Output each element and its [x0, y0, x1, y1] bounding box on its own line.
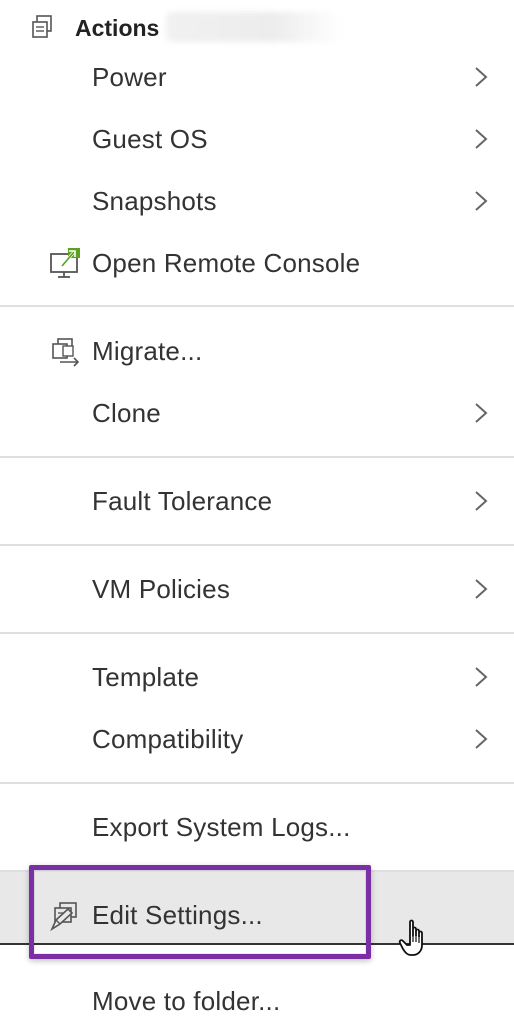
menu-item-label: Guest OS — [92, 124, 208, 154]
menu-item-template[interactable]: Template — [0, 646, 514, 708]
menu-item-export-system-logs[interactable]: Export System Logs... — [0, 796, 514, 858]
menu-divider — [0, 544, 514, 546]
menu-item-label: Snapshots — [92, 186, 217, 216]
menu-item-label: VM Policies — [92, 574, 231, 604]
chevron-right-icon — [475, 403, 488, 423]
menu-item-migrate[interactable]: Migrate... — [0, 320, 514, 382]
chevron-right-icon — [475, 667, 488, 687]
menu-item-power[interactable]: Power — [0, 46, 514, 108]
menu-item-snapshots[interactable]: Snapshots — [0, 170, 514, 232]
actions-title: Actions — [75, 15, 160, 41]
chevron-right-icon — [475, 491, 488, 511]
annotation-highlight-box — [29, 865, 371, 959]
menu-item-move-to-folder[interactable]: Move to folder... — [0, 970, 514, 1032]
menu-item-label: Template — [92, 662, 200, 692]
menu-item-vm-policies[interactable]: VM Policies — [0, 558, 514, 620]
redacted-vm-name — [166, 12, 342, 42]
menu-divider — [0, 632, 514, 634]
menu-item-clone[interactable]: Clone — [0, 382, 514, 444]
menu-item-compatibility[interactable]: Compatibility — [0, 708, 514, 770]
chevron-right-icon — [475, 579, 488, 599]
migrate-icon — [52, 338, 80, 367]
menu-item-label: Migrate... — [92, 336, 203, 366]
chevron-right-icon — [475, 191, 488, 211]
menu-divider — [0, 456, 514, 458]
menu-item-label: Fault Tolerance — [92, 486, 273, 516]
menu-item-label: Clone — [92, 398, 161, 428]
menu-divider — [0, 305, 514, 307]
menu-item-label: Power — [92, 62, 167, 92]
menu-item-label: Export System Logs... — [92, 812, 351, 842]
menu-item-guest-os[interactable]: Guest OS — [0, 108, 514, 170]
chevron-right-icon — [475, 67, 488, 87]
menu-item-label: Compatibility — [92, 724, 244, 754]
menu-item-open-remote-console[interactable]: Open Remote Console — [0, 232, 514, 294]
menu-item-label: Move to folder... — [92, 986, 281, 1016]
chevron-right-icon — [475, 129, 488, 149]
menu-item-label: Open Remote Console — [92, 248, 361, 278]
menu-divider — [0, 782, 514, 784]
vm-actions-icon — [32, 15, 52, 38]
hand-pointer-cursor-icon — [398, 919, 423, 956]
actions-menu-header: Actions — [0, 0, 514, 52]
chevron-right-icon — [475, 729, 488, 749]
menu-item-fault-tolerance[interactable]: Fault Tolerance — [0, 470, 514, 532]
remote-console-icon — [50, 248, 80, 278]
